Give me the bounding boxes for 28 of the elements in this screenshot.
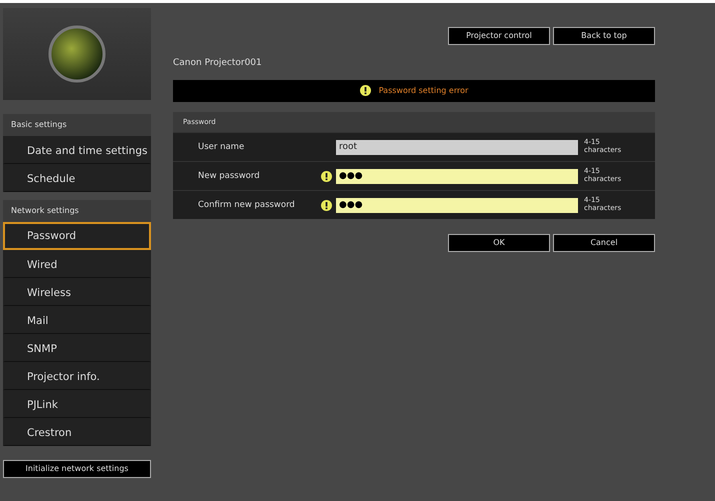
footer-button[interactable]: OK xyxy=(448,234,550,252)
sidebar-item[interactable]: SNMP xyxy=(3,334,151,362)
field-label: Confirm new password xyxy=(198,198,296,212)
sidebar-item[interactable]: Password xyxy=(3,222,151,250)
header-button[interactable]: Projector control xyxy=(448,27,550,45)
section-heading: Network settings xyxy=(3,200,151,222)
warning-icon xyxy=(320,170,332,182)
input-field[interactable]: ●●● xyxy=(336,198,578,212)
field-label: User name xyxy=(198,140,246,154)
sidebar-item[interactable]: Wired xyxy=(3,250,151,278)
sidebar-item[interactable]: Schedule xyxy=(3,164,151,192)
field-label: New password xyxy=(198,170,261,182)
sidebar-item[interactable]: Wireless xyxy=(3,278,151,306)
input-field[interactable]: ●●● xyxy=(336,168,578,184)
section-heading: Basic settings xyxy=(3,114,151,136)
error-message: Password setting error xyxy=(378,84,468,96)
footer-button[interactable]: Cancel xyxy=(553,234,655,252)
warning-icon xyxy=(360,85,371,96)
device-name: Canon Projector001 xyxy=(173,57,263,70)
sidebar-item[interactable]: Crestron xyxy=(3,418,151,446)
lens-logo xyxy=(48,25,106,83)
sidebar-item[interactable]: Date and time settings xyxy=(3,136,151,164)
sidebar-item[interactable]: Projector info. xyxy=(3,362,151,390)
sidebar-item[interactable]: Mail xyxy=(3,306,151,334)
warning-icon xyxy=(320,200,332,210)
initialize-button[interactable]: Initialize network settings xyxy=(3,460,151,478)
header-button[interactable]: Back to top xyxy=(553,27,655,45)
sidebar-item[interactable]: PJLink xyxy=(3,390,151,418)
